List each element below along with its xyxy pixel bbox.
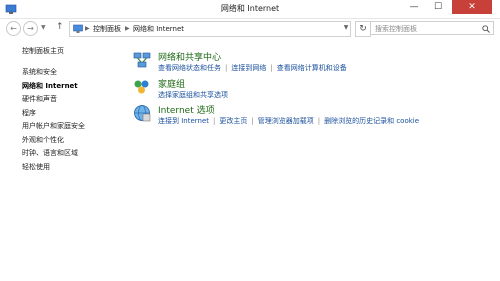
sidebar-item-appearance[interactable]: 外观和个性化 <box>22 135 64 145</box>
search-placeholder: 搜索控制面板 <box>375 25 417 33</box>
breadcrumb-separator: ▶ <box>125 25 130 32</box>
address-bar[interactable]: ▶ 控制面板 ▶ 网络和 Internet <box>69 21 351 37</box>
window-title: 网络和 Internet <box>220 4 280 13</box>
homegroup-title[interactable]: 家庭组 <box>158 77 185 90</box>
homegroup-icon <box>134 80 149 94</box>
link-separator: | <box>317 117 321 125</box>
minimize-button[interactable]: — <box>404 0 424 14</box>
sidebar-item-network-internet[interactable]: 网络和 Internet <box>22 81 78 91</box>
up-button[interactable]: ↑ <box>56 22 64 32</box>
recent-locations-dropdown-icon[interactable]: ▼ <box>41 24 46 31</box>
close-button[interactable]: ✕ <box>452 0 492 14</box>
sidebar-item-hardware-sound[interactable]: 硬件和声音 <box>22 94 57 104</box>
back-button[interactable]: ← <box>6 21 21 36</box>
forward-button[interactable]: → <box>23 21 38 36</box>
sidebar-item-programs[interactable]: 程序 <box>22 108 36 118</box>
homegroup-links: 选择家庭组和共享选项 <box>158 90 228 100</box>
sidebar-item-ease-of-access[interactable]: 轻松使用 <box>22 162 50 172</box>
maximize-button[interactable]: ☐ <box>428 0 448 14</box>
title-bar: 网络和 Internet — ☐ ✕ <box>0 0 500 19</box>
view-network-status-link[interactable]: 查看网络状态和任务 <box>158 64 221 72</box>
network-sharing-center-title[interactable]: 网络和共享中心 <box>158 50 221 63</box>
change-homepage-link[interactable]: 更改主页 <box>219 117 247 125</box>
network-sharing-icon <box>133 52 151 68</box>
internet-options-icon <box>134 105 151 122</box>
navigation-bar: ← → ▼ ↑ ▶ 控制面板 ▶ 网络和 Internet ▼ ↻ 搜索控制面板 <box>0 19 500 39</box>
sidebar-item-clock-language-region[interactable]: 时钟、语言和区域 <box>22 148 78 158</box>
internet-options-title[interactable]: Internet 选项 <box>158 103 215 116</box>
manage-addons-link[interactable]: 管理浏览器加载项 <box>258 117 314 125</box>
choose-homegroup-options-link[interactable]: 选择家庭组和共享选项 <box>158 91 228 99</box>
link-separator: | <box>251 117 254 125</box>
control-panel-icon <box>73 24 83 33</box>
breadcrumb-network-internet[interactable]: 网络和 Internet <box>133 22 184 36</box>
control-panel-window: 网络和 Internet — ☐ ✕ ← → ▼ ↑ ▶ 控制面板 ▶ 网络和 … <box>0 0 500 281</box>
link-separator: | <box>213 117 216 125</box>
search-icon[interactable] <box>482 25 490 33</box>
breadcrumb-control-panel[interactable]: 控制面板 <box>93 22 121 36</box>
sidebar-item-control-panel-home[interactable]: 控制面板主页 <box>22 46 64 56</box>
search-input[interactable]: 搜索控制面板 <box>370 21 494 35</box>
view-network-computers-link[interactable]: 查看网络计算机和设备 <box>277 64 347 72</box>
connect-to-internet-link[interactable]: 连接到 Internet <box>158 117 209 125</box>
link-separator: | <box>225 64 228 72</box>
network-sharing-links: 查看网络状态和任务 | 连接到网络 | 查看网络计算机和设备 <box>158 63 347 73</box>
delete-browsing-history-link[interactable]: 删除浏览的历史记录和 cookie <box>324 117 419 125</box>
link-separator: | <box>270 64 273 72</box>
sidebar-item-system-security[interactable]: 系统和安全 <box>22 67 57 77</box>
address-dropdown-icon[interactable]: ▼ <box>340 21 352 35</box>
refresh-icon[interactable]: ↻ <box>355 21 371 37</box>
connect-to-network-link[interactable]: 连接到网络 <box>231 64 266 72</box>
internet-options-links: 连接到 Internet | 更改主页 | 管理浏览器加载项 | 删除浏览的历史记录和 co… <box>158 116 419 126</box>
sidebar-item-user-accounts[interactable]: 用户帐户和家庭安全 <box>22 121 85 131</box>
breadcrumb-separator: ▶ <box>85 25 90 32</box>
